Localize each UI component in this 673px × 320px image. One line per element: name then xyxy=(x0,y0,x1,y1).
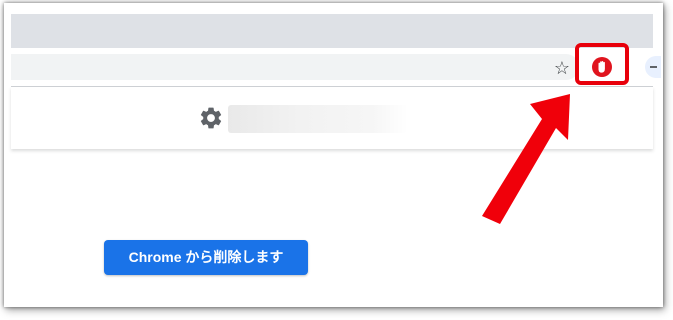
address-bar[interactable] xyxy=(11,54,579,80)
red-arrow-annotation xyxy=(470,90,590,230)
gear-icon xyxy=(198,105,224,131)
extension-highlight-box xyxy=(575,43,629,85)
minus-icon xyxy=(650,66,657,68)
blurred-extension-title xyxy=(228,105,408,133)
bookmark-star-icon[interactable]: ☆ xyxy=(551,57,573,79)
remove-from-chrome-button[interactable]: Chrome から削除します xyxy=(104,240,308,275)
tab-strip xyxy=(11,14,653,48)
browser-toolbar: ☆ xyxy=(11,43,661,87)
